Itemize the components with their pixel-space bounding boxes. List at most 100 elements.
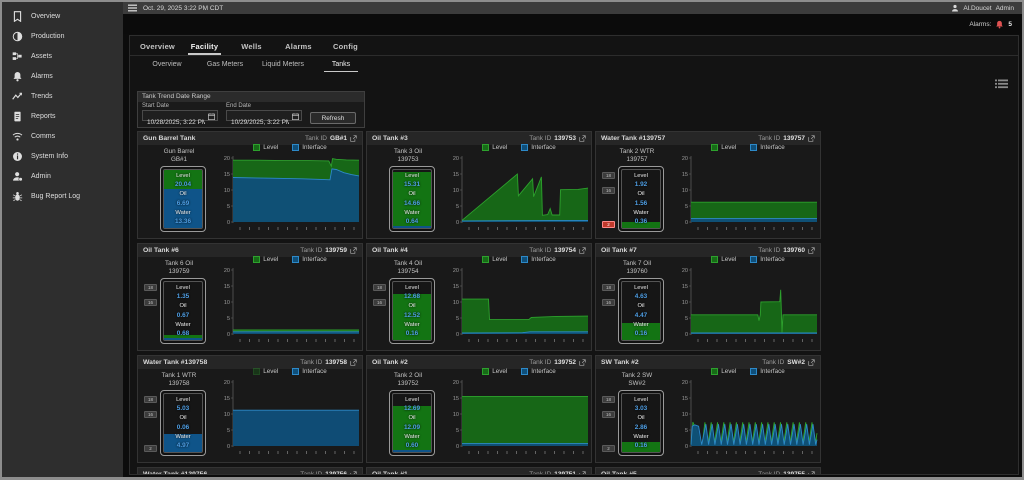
menu-icon[interactable] [128, 4, 137, 12]
open-detail-icon[interactable] [350, 359, 357, 366]
tank-card: Oil Tank #7 Tank ID 139760 Tank 7 Oil 13… [595, 243, 821, 351]
tab-wells[interactable]: Wells [228, 38, 275, 55]
end-date-input[interactable] [227, 118, 301, 127]
oil-value: 12.52 [404, 312, 420, 319]
level-label: Level [405, 173, 419, 179]
sidebar-item-admin[interactable]: Admin [2, 166, 123, 186]
tank-name: Gun Barrel GB#1 [138, 148, 220, 163]
open-detail-icon[interactable] [579, 247, 586, 254]
water-value: 13.36 [175, 218, 191, 225]
tank-card: Oil Tank #3 Tank ID 139753 Tank 3 Oil 13… [366, 131, 592, 239]
alarm-bell-icon [995, 20, 1004, 29]
tab-config[interactable]: Config [322, 38, 369, 55]
main-tabs: OverviewFacilityWellsAlarmsConfig [134, 38, 369, 55]
refresh-button[interactable]: Refresh [310, 112, 356, 124]
tank-card: Oil Tank #2 Tank ID 139752 Tank 2 Oil 13… [366, 355, 592, 463]
svg-text:10: 10 [453, 188, 459, 194]
open-detail-icon[interactable] [808, 247, 815, 254]
sidebar-item-label: Production [31, 33, 64, 40]
tank-card: Oil Tank #4 Tank ID 139754 Tank 4 Oil 13… [366, 243, 592, 351]
subtab-tanks[interactable]: Tanks [312, 57, 370, 73]
tank-name: Tank 1 WTR 139758 [138, 372, 220, 387]
sidebar-item-label: Alarms [31, 73, 53, 80]
tank-card: Water Tank #139756 Tank ID 139756 [137, 467, 363, 475]
tab-overview[interactable]: Overview [134, 38, 181, 55]
tank-name: Tank 2 SW SW#2 [596, 372, 678, 387]
oil-label: Oil [637, 191, 644, 197]
oil-label: Oil [179, 191, 186, 197]
subtab-overview[interactable]: Overview [138, 57, 196, 73]
sidebar-item-label: Bug Report Log [31, 193, 80, 200]
sidebar-item-label: Overview [31, 13, 60, 20]
open-detail-icon[interactable] [350, 135, 357, 142]
open-detail-icon[interactable] [350, 247, 357, 254]
user-icon [951, 4, 959, 12]
subtab-gas-meters[interactable]: Gas Meters [196, 57, 254, 73]
svg-text:0: 0 [685, 444, 688, 450]
sidebar-item-comms[interactable]: Comms [2, 126, 123, 146]
tank-card-header: Oil Tank #5 Tank ID 139755 [596, 468, 820, 475]
tank-name: Tank 7 Oil 139760 [596, 260, 678, 275]
user-menu[interactable]: Al.Doucet Admin [951, 4, 1022, 12]
oil-label: Oil [637, 415, 644, 421]
tank-card-title: Oil Tank #2 [372, 359, 408, 366]
overview-icon [12, 11, 23, 22]
svg-text:15: 15 [682, 396, 688, 402]
level-value: 12.68 [404, 293, 420, 300]
subtab-liquid-meters[interactable]: Liquid Meters [254, 57, 312, 73]
tank-id-group: Tank ID SW#2 [762, 359, 815, 366]
water-label: Water [175, 210, 190, 216]
svg-text:5: 5 [227, 428, 230, 434]
alarm-count[interactable]: 5 [1008, 21, 1012, 28]
tank-id-label: Tank ID [529, 359, 551, 366]
sidebar-item-production[interactable]: Production [2, 26, 123, 46]
open-detail-icon[interactable] [808, 359, 815, 366]
sidebar-item-bug-report-log[interactable]: Bug Report Log [2, 186, 123, 206]
level-value: 3.03 [635, 405, 647, 412]
open-detail-icon[interactable] [579, 135, 586, 142]
tank-card-title: Gun Barrel Tank [143, 135, 195, 142]
date-range-title: Tank Trend Date Range [138, 92, 364, 102]
open-detail-icon[interactable] [579, 359, 586, 366]
water-value: 0.16 [635, 442, 647, 449]
oil-value: 0.06 [177, 424, 189, 431]
sidebar-item-alarms[interactable]: Alarms [2, 66, 123, 86]
svg-text:15: 15 [224, 172, 230, 178]
level-value: 1.35 [177, 293, 189, 300]
tank-card-title: SW Tank #2 [601, 359, 639, 366]
sidebar-item-reports[interactable]: Reports [2, 106, 123, 126]
list-view-icon[interactable] [995, 76, 1008, 86]
sidebar-item-overview[interactable]: Overview [2, 6, 123, 26]
sidebar-item-assets[interactable]: Assets [2, 46, 123, 66]
svg-text:20: 20 [224, 156, 230, 162]
sidebar-item-trends[interactable]: Trends [2, 86, 123, 106]
water-value: 0.68 [177, 330, 189, 337]
start-date-input[interactable] [143, 118, 217, 127]
sidebar: Overview Production Assets Alarms Trends… [2, 2, 123, 477]
svg-text:20: 20 [682, 268, 688, 274]
level-label: Level [176, 173, 190, 179]
water-value: 0.60 [406, 442, 418, 449]
calendar-icon[interactable] [208, 113, 215, 120]
tank-graphic: Level 4.63 Oil 4.47 Water 0.16 [618, 278, 664, 344]
calendar-icon[interactable] [292, 113, 299, 120]
trends-icon [12, 91, 23, 102]
tank-trend-chart: 05101520 [447, 150, 591, 238]
admin-icon [12, 171, 23, 182]
water-label: Water [633, 434, 648, 440]
sidebar-item-system-info[interactable]: System Info [2, 146, 123, 166]
tab-facility[interactable]: Facility [181, 38, 228, 55]
tank-card: Water Tank #139757 Tank ID 139757 Tank 2… [595, 131, 821, 239]
tank-graphic: Level 1.92 Oil 1.56 Water 0.36 [618, 166, 664, 232]
tank-id-label: Tank ID [758, 247, 780, 254]
svg-text:20: 20 [224, 268, 230, 274]
tank-cards-grid: Gun Barrel Tank Tank ID GB#1 Gun Barrel … [137, 131, 829, 475]
open-detail-icon[interactable] [808, 135, 815, 142]
svg-text:0: 0 [227, 444, 230, 450]
tab-alarms[interactable]: Alarms [275, 38, 322, 55]
tank-name: Tank 4 Oil 139754 [367, 260, 449, 275]
svg-text:20: 20 [453, 156, 459, 162]
tank-setpoint-badge: 16 [602, 299, 615, 306]
svg-text:10: 10 [224, 188, 230, 194]
oil-label: Oil [408, 303, 415, 309]
